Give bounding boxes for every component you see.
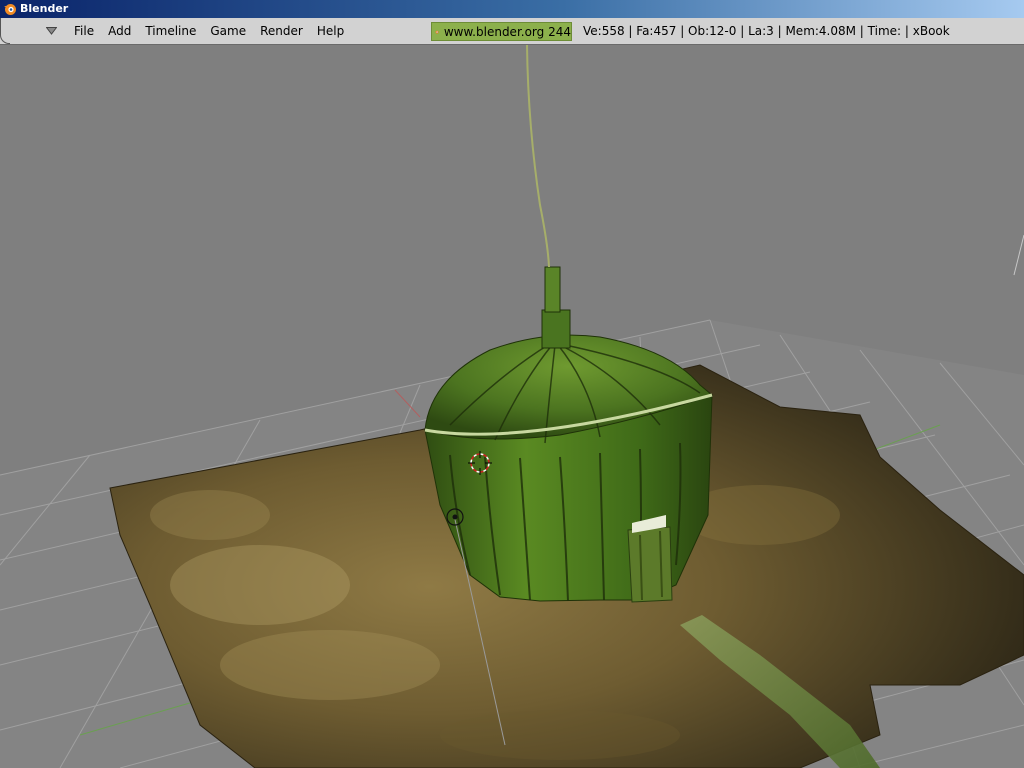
info-header: File Add Timeline Game Render Help www.b… [0, 18, 1024, 45]
hut-model[interactable] [424, 266, 713, 603]
menu-help[interactable]: Help [310, 24, 351, 38]
triangle-down-icon [45, 27, 57, 35]
lamp-wire [526, 45, 550, 268]
header-corner [0, 18, 10, 44]
menu-add[interactable]: Add [101, 24, 138, 38]
blender-version-text: www.blender.org 244 [443, 24, 571, 39]
hut-door [627, 526, 673, 603]
main-menu: File Add Timeline Game Render Help [67, 24, 351, 38]
menu-toggle-button[interactable] [45, 25, 57, 37]
menu-game[interactable]: Game [203, 24, 253, 38]
3d-viewport[interactable] [0, 45, 1024, 768]
blender-logo-icon [4, 4, 16, 15]
blender-logo-icon [435, 30, 439, 34]
window-title: Blender [20, 2, 69, 15]
scene-stats: Ve:558 | Fa:457 | Ob:12-0 | La:3 | Mem:4… [583, 24, 950, 38]
window-title-bar: Blender [0, 0, 1024, 18]
viewport-scene [0, 45, 1024, 768]
blender-version-badge[interactable]: www.blender.org 244 [431, 22, 572, 41]
menu-render[interactable]: Render [253, 24, 310, 38]
menu-file[interactable]: File [67, 24, 101, 38]
menu-timeline[interactable]: Timeline [138, 24, 203, 38]
